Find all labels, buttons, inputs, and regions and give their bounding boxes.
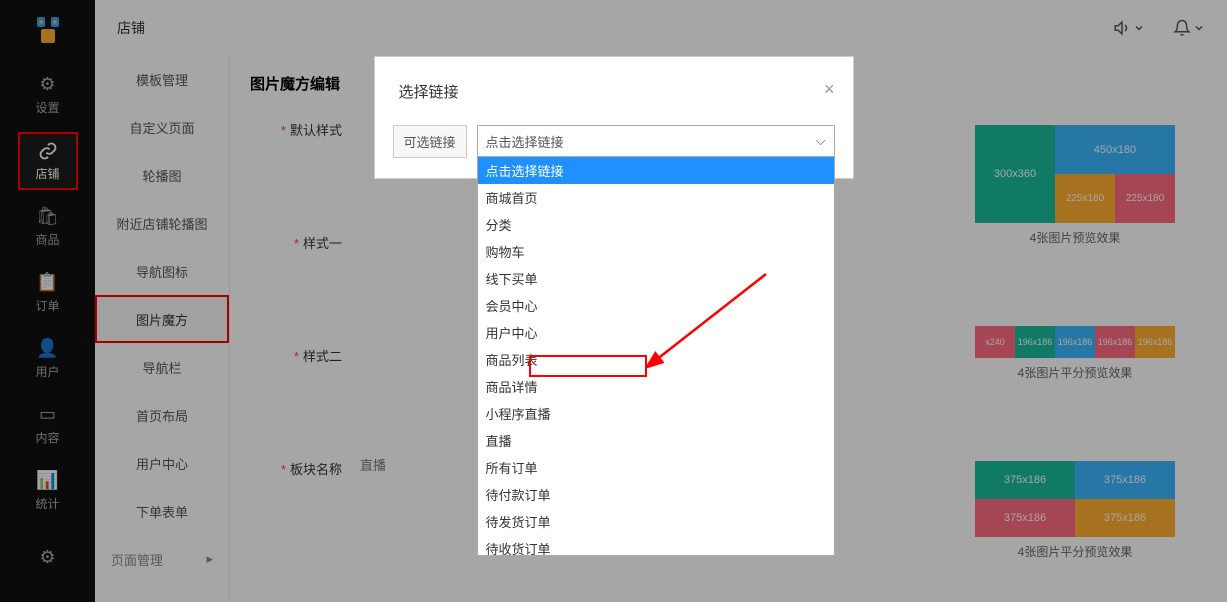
modal-mask[interactable]: 选择链接 × 可选链接 点击选择链接 ⌵ 点击选择链接商城首页分类购物车线下买单…: [0, 0, 1227, 602]
chevron-down-icon: ⌵: [816, 133, 826, 149]
select-option[interactable]: 直播: [478, 427, 834, 454]
select-option[interactable]: 点击选择链接: [478, 157, 834, 184]
select-display[interactable]: 点击选择链接 ⌵: [477, 125, 835, 157]
close-icon[interactable]: ×: [824, 79, 835, 100]
select-option[interactable]: 小程序直播: [478, 400, 834, 427]
select-option[interactable]: 会员中心: [478, 292, 834, 319]
modal-title: 选择链接: [375, 57, 853, 125]
select-option[interactable]: 线下买单: [478, 265, 834, 292]
select-option[interactable]: 分类: [478, 211, 834, 238]
select-option[interactable]: 用户中心: [478, 319, 834, 346]
select-option[interactable]: 商城首页: [478, 184, 834, 211]
select-option[interactable]: 待收货订单: [478, 535, 834, 556]
select-option[interactable]: 所有订单: [478, 454, 834, 481]
select-dropdown[interactable]: 点击选择链接商城首页分类购物车线下买单会员中心用户中心商品列表商品详情小程序直播…: [477, 156, 835, 556]
select-option[interactable]: 待发货订单: [478, 508, 834, 535]
select-option[interactable]: 商品列表: [478, 346, 834, 373]
link-select[interactable]: 点击选择链接 ⌵ 点击选择链接商城首页分类购物车线下买单会员中心用户中心商品列表…: [477, 125, 835, 157]
select-option[interactable]: 待付款订单: [478, 481, 834, 508]
select-option[interactable]: 商品详情: [478, 373, 834, 400]
select-option[interactable]: 购物车: [478, 238, 834, 265]
modal: 选择链接 × 可选链接 点击选择链接 ⌵ 点击选择链接商城首页分类购物车线下买单…: [374, 56, 854, 179]
link-type-button[interactable]: 可选链接: [393, 125, 467, 158]
